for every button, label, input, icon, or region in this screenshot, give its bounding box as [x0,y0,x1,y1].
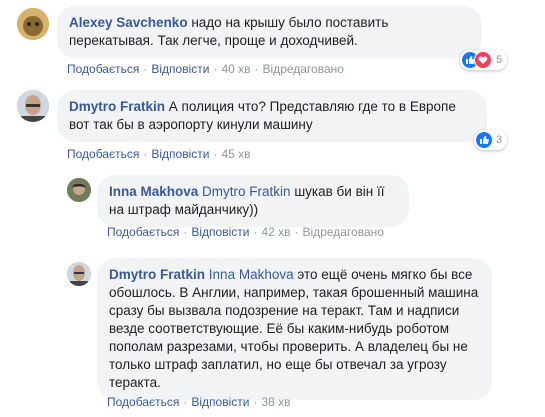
reply-button[interactable]: Відповісти [151,147,209,161]
like-icon [476,132,492,148]
comment-actions: Подобається · Відповісти · 45 хв [67,147,251,161]
reply-button[interactable]: Відповісти [191,225,249,239]
reaction-summary[interactable]: 5 [460,50,508,70]
reply-bubble: Inna Makhova Dmytro Fratkin шукав би він… [97,175,409,227]
mention-link[interactable]: Inna Makhova [209,267,294,282]
reply-bubble: Dmytro Fratkin Inna Makhova это ещё очен… [97,258,492,400]
reaction-summary[interactable]: 3 [474,130,508,150]
timestamp[interactable]: 40 хв [221,62,250,76]
comment-actions: Подобається · Відповісти · 38 хв [107,395,291,409]
reply-button[interactable]: Відповісти [191,395,249,409]
avatar[interactable] [67,178,91,202]
comment-author[interactable]: Dmytro Fratkin [69,99,165,114]
timestamp[interactable]: 42 хв [261,225,290,239]
edited-label[interactable]: Відредаговано [263,62,344,76]
comment-actions: Подобається · Відповісти · 40 хв · Відредагова… [67,62,344,76]
comment-bubble: Dmytro Fratkin А полиция что? Представля… [57,90,487,142]
reaction-count: 3 [496,134,503,146]
edited-label[interactable]: Відредаговано [303,225,384,239]
comment-bubble: Alexey Savchenko надо на крышу было пост… [57,6,482,58]
avatar[interactable] [17,8,49,40]
like-button[interactable]: Подобається [67,62,139,76]
like-button[interactable]: Подобається [67,147,139,161]
timestamp[interactable]: 38 хв [261,395,290,409]
comment-actions: Подобається · Відповісти · 42 хв · Відредагова… [107,225,384,239]
avatar[interactable] [17,90,49,122]
comment-text: это ещё очень мягко бы все обошлось. В А… [109,267,479,390]
like-button[interactable]: Подобається [107,225,179,239]
like-button[interactable]: Подобається [107,395,179,409]
timestamp[interactable]: 45 хв [221,147,250,161]
reply-button[interactable]: Відповісти [151,62,209,76]
love-icon [474,51,492,69]
comment-author[interactable]: Alexey Savchenko [69,15,188,30]
avatar[interactable] [67,262,91,286]
comment-author[interactable]: Inna Makhova [109,184,198,199]
reaction-count: 5 [496,54,503,66]
comment-author[interactable]: Dmytro Fratkin [109,267,205,282]
mention-link[interactable]: Dmytro Fratkin [202,184,291,199]
